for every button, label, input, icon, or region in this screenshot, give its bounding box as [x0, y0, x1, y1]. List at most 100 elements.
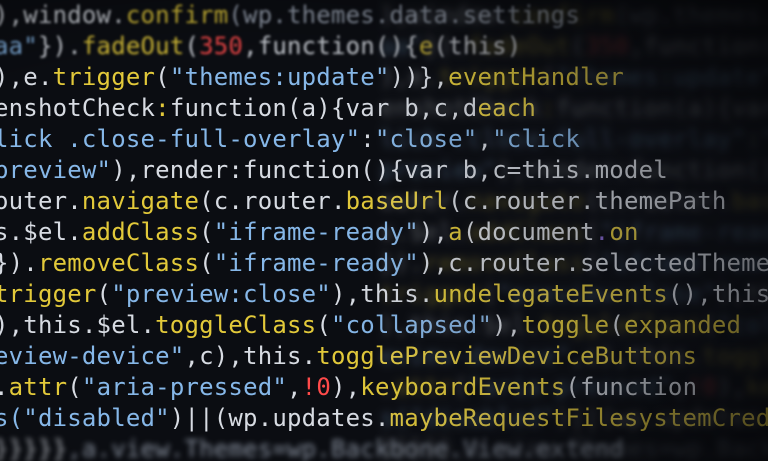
code-token: keyboardEvents: [746, 373, 768, 401]
code-token: on: [609, 218, 639, 246]
code-line-blur-ghost: ),this.$el.toggleClass("collapsed"),togg…: [380, 310, 768, 341]
code-token: trigger: [438, 63, 542, 91]
code-line: ),window.confirm(wp.themes.data.settings: [0, 0, 580, 31]
code-token: ,: [287, 373, 302, 401]
code-token: keyboardEvents: [360, 373, 566, 401]
code-line-blur-ghost: outer.navigate(c.router.baseUrl(c.router…: [380, 186, 768, 217]
code-token: (: [316, 311, 331, 339]
code-token: "iframe-ready": [213, 249, 419, 277]
code-token: !0: [687, 373, 717, 401]
code-token: baseUrl: [345, 187, 449, 215]
code-token: ,a.view.Themes=wp.Backbone.View.extend: [67, 435, 624, 461]
code-token: (wp.themes.data.settings: [614, 1, 768, 29]
code-line: ),this.$el.toggleClass("collapsed"),togg…: [0, 310, 741, 341]
code-line: eview-device",c),this.togglePreviewDevic…: [0, 341, 697, 372]
code-token: s("disabled": [0, 404, 170, 432]
code-line: enshotCheck:function(a){var b,c,deach: [0, 93, 536, 124]
code-token: toggleClass: [541, 311, 703, 339]
code-token: :: [155, 94, 170, 122]
code-token: confirm: [511, 1, 615, 29]
code-token: navigate: [467, 187, 586, 215]
code-token: }).: [37, 32, 82, 60]
code-token: )||(wp.updates.: [555, 404, 768, 432]
code-token: (: [199, 249, 214, 277]
code-token: ),: [330, 373, 361, 401]
code-token: ),this.$el.: [380, 311, 542, 339]
code-token: lick .close-full-overlay": [0, 125, 361, 153]
code-token: "iframe-ready": [599, 249, 768, 277]
code-token: ,: [477, 125, 493, 153]
code-token: :: [360, 125, 375, 153]
code-token: !0: [301, 373, 331, 401]
code-token: eventHandler: [448, 63, 624, 91]
code-token: (c.router.themePath: [448, 187, 727, 215]
code-line: }}}}},a.view.Themes=wp.Backbone.View.ext…: [0, 434, 624, 461]
code-token: expanded: [624, 311, 742, 339]
code-token: addClass: [81, 218, 200, 246]
code-token: ),c.router.selectedTheme: [418, 249, 768, 277]
code-token: ),window.: [380, 1, 512, 29]
code-token: s.$el.: [0, 218, 82, 246]
code-token: "iframe-ready": [213, 218, 419, 246]
code-token: outer.: [0, 187, 82, 215]
code-token: lick .close-full-overlay": [380, 125, 747, 153]
code-token: (),this: [667, 280, 768, 308]
code-token: ),: [716, 373, 747, 401]
code-line-blur-ghost: ),window.confirm(wp.themes.data.settings: [380, 0, 768, 31]
code-token: navigate: [81, 187, 200, 215]
code-line-blur-ghost: s("disabled")||(wp.updates.maybeRequestF…: [380, 403, 768, 434]
code-token: ,c),this.: [184, 342, 317, 370]
code-token: "themes:update": [169, 63, 390, 91]
code-token: baseUrl: [731, 187, 768, 215]
code-token: function(a){var b,c,d: [555, 94, 768, 122]
code-token: ,: [673, 373, 688, 401]
code-token: trigger: [0, 280, 97, 308]
code-token: .: [594, 218, 610, 246]
code-line-blur-ghost: .attr("aria-pressed",!0),keyboardEvents (…: [380, 372, 768, 403]
code-line: s.$el.addClass("iframe-ready"),a(documen…: [0, 217, 639, 248]
code-token: attr: [394, 373, 454, 401]
code-token: (: [585, 249, 600, 277]
code-token: ),this.: [716, 280, 768, 308]
code-line: s("disabled")||(wp.updates.maybeRequestF…: [0, 403, 768, 434]
code-line-blur-ghost: }}}}},a.view.Themes=wp.Backbone.View.ext…: [380, 434, 768, 461]
code-token: ),window.: [0, 1, 126, 29]
code-line-blur-ghost: eview-device",c),this.togglePreviewDevic…: [380, 341, 768, 372]
code-token: outer.: [380, 187, 468, 215]
code-token: a: [448, 218, 463, 246]
code-token: trigger: [52, 63, 156, 91]
code-token: addClass: [467, 218, 586, 246]
code-token: eview-device": [380, 342, 571, 370]
code-token: preview": [380, 156, 498, 184]
code-token: (: [541, 63, 556, 91]
code-line: trigger("preview:close"),this.undelegate…: [0, 279, 768, 310]
code-token: attr: [8, 373, 68, 401]
code-token: (: [199, 218, 214, 246]
code-token: togglePreviewDeviceButtons: [702, 342, 768, 370]
code-token: "close": [374, 125, 478, 153]
code-token: toggleClass: [155, 311, 317, 339]
code-line-blur-ghost: s.$el.addClass("iframe-ready"),a(documen…: [380, 217, 768, 248]
code-token: (: [96, 280, 112, 308]
code-token: (this): [433, 32, 522, 60]
code-token: "aria-pressed": [467, 373, 674, 401]
code-token: (document: [462, 218, 595, 246]
code-line: }).removeClass("iframe-ready"),c.router.…: [0, 248, 768, 279]
code-line-blur-ghost: trigger("preview:close"),this. undelegate…: [380, 279, 768, 310]
code-token: each: [477, 94, 537, 122]
code-token: ),render:function(){var b,c=this.model: [497, 156, 768, 184]
code-token: }}}}}: [0, 435, 68, 461]
code-token: (: [609, 311, 624, 339]
code-token: (: [585, 218, 600, 246]
code-token: .: [380, 373, 395, 401]
code-token: "preview:close": [497, 280, 717, 308]
code-token: }).: [423, 32, 468, 60]
code-token: function(a){var b,c,d: [169, 94, 478, 122]
code-line-blur-ghost: }).removeClass("iframe-ready"),c.router.…: [380, 248, 768, 279]
code-line-blur-ghost: lick .close-full-overlay":"close","click: [380, 124, 768, 155]
code-line: ),e.trigger("themes:update"))},eventHand…: [0, 62, 624, 93]
code-token: enshotCheck: [380, 94, 542, 122]
code-token: (function: [565, 373, 698, 401]
code-token: confirm: [125, 1, 229, 29]
code-token: ),render:function(){var b,c=this.model: [111, 156, 668, 184]
